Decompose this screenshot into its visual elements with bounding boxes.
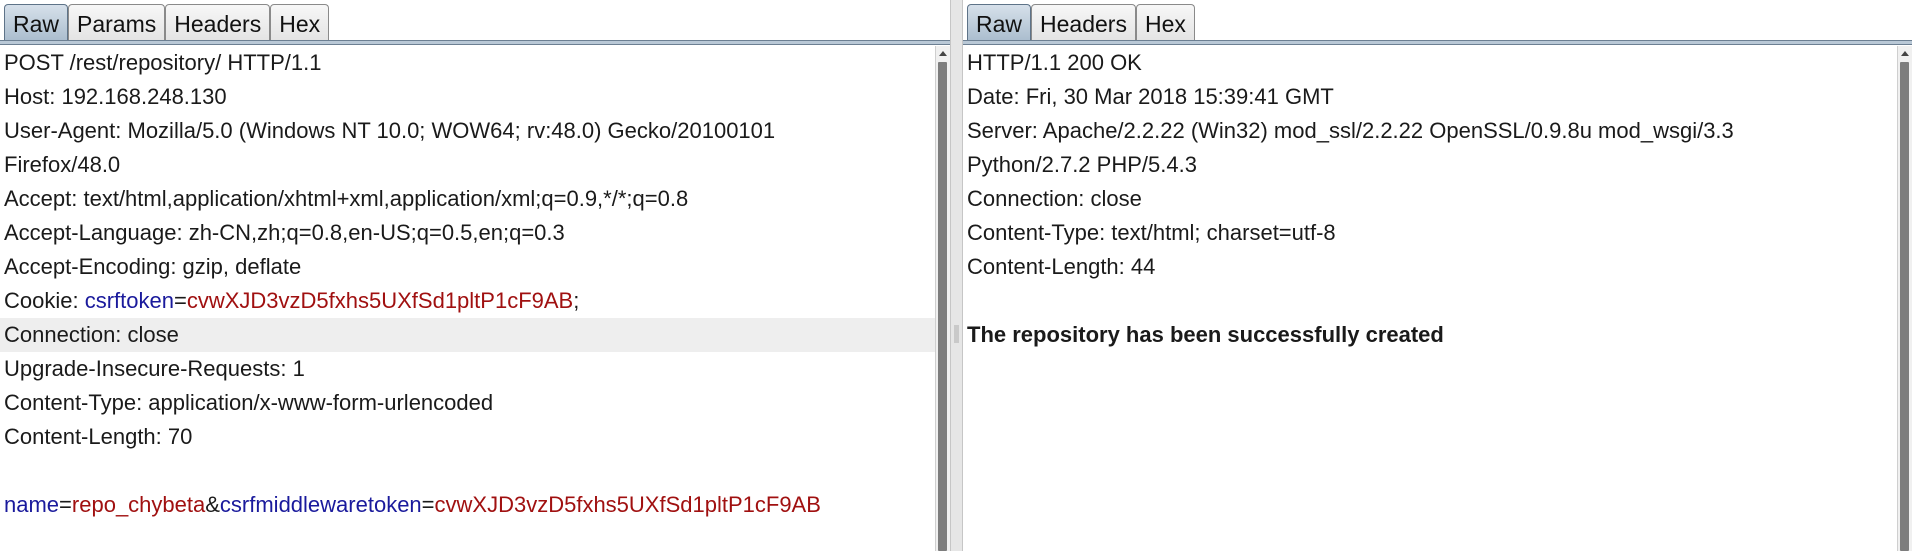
response-header-server-continued: Python/2.7.2 PHP/5.4.3 bbox=[967, 152, 1197, 177]
chevron-up-icon[interactable] bbox=[937, 48, 949, 60]
header-content-length: Content-Length: 70 bbox=[4, 424, 193, 449]
header-user-agent: User-Agent: Mozilla/5.0 (Windows NT 10.0… bbox=[4, 118, 776, 143]
request-tab-underline bbox=[0, 40, 950, 45]
body-param-token-key: csrfmiddlewaretoken bbox=[219, 492, 422, 517]
request-body: name=repo_chybeta&csrfmiddlewaretoken=cv… bbox=[0, 488, 936, 522]
response-scroll-thumb[interactable] bbox=[1900, 62, 1909, 551]
body-equals-2: = bbox=[421, 492, 435, 517]
body-ampersand: & bbox=[205, 492, 220, 517]
body-param-name-key: name bbox=[4, 492, 60, 517]
response-header-content-type: Content-Type: text/html; charset=utf-8 bbox=[967, 220, 1336, 245]
header-accept-encoding: Accept-Encoding: gzip, deflate bbox=[4, 254, 302, 279]
cookie-value: cvwXJD3vzD5fxhs5UXfSd1pltP1cF9AB bbox=[186, 288, 574, 313]
header-host: Host: 192.168.248.130 bbox=[4, 84, 227, 109]
request-tab-bar: Raw Params Headers Hex bbox=[0, 0, 950, 46]
response-header-date: Date: Fri, 30 Mar 2018 15:39:41 GMT bbox=[967, 84, 1334, 109]
request-line: POST /rest/repository/ HTTP/1.1 bbox=[4, 50, 322, 75]
request-editor[interactable]: POST /rest/repository/ HTTP/1.1 Host: 19… bbox=[0, 46, 936, 551]
response-tab-raw[interactable]: Raw bbox=[967, 4, 1032, 42]
header-user-agent-continued: Firefox/48.0 bbox=[4, 152, 121, 177]
cookie-equals: = bbox=[173, 288, 187, 313]
response-header-content-length: Content-Length: 44 bbox=[967, 254, 1156, 279]
header-content-type: Content-Type: application/x-www-form-url… bbox=[4, 390, 494, 415]
splitter-grip[interactable] bbox=[954, 325, 959, 343]
response-tab-hex[interactable]: Hex bbox=[1135, 4, 1195, 42]
cookie-semicolon: ; bbox=[573, 288, 580, 313]
cookie-label: Cookie: bbox=[4, 288, 85, 313]
response-tab-underline bbox=[963, 40, 1912, 45]
response-status-line: HTTP/1.1 200 OK bbox=[967, 50, 1142, 75]
response-vertical-scrollbar[interactable] bbox=[1897, 46, 1912, 551]
header-upgrade-insecure-requests: Upgrade-Insecure-Requests: 1 bbox=[4, 356, 305, 381]
http-message-viewer: Raw Params Headers Hex POST /rest/reposi… bbox=[0, 0, 1912, 551]
header-connection: Connection: close bbox=[0, 318, 936, 352]
pane-splitter[interactable] bbox=[950, 0, 963, 551]
response-pane: Raw Headers Hex HTTP/1.1 200 OK Date: Fr… bbox=[963, 0, 1912, 551]
request-tab-raw[interactable]: Raw bbox=[4, 4, 69, 42]
response-viewer[interactable]: HTTP/1.1 200 OK Date: Fri, 30 Mar 2018 1… bbox=[963, 46, 1898, 551]
request-scroll-thumb[interactable] bbox=[938, 62, 947, 551]
response-tab-bar: Raw Headers Hex bbox=[963, 0, 1912, 46]
request-vertical-scrollbar[interactable] bbox=[935, 46, 950, 551]
request-tab-hex[interactable]: Hex bbox=[270, 4, 330, 42]
header-cookie: Cookie: csrftoken=cvwXJD3vzD5fxhs5UXfSd1… bbox=[0, 284, 936, 318]
response-header-connection: Connection: close bbox=[967, 186, 1142, 211]
header-accept: Accept: text/html,application/xhtml+xml,… bbox=[4, 186, 689, 211]
response-header-server: Server: Apache/2.2.22 (Win32) mod_ssl/2.… bbox=[967, 118, 1734, 143]
body-equals-1: = bbox=[59, 492, 72, 517]
request-pane: Raw Params Headers Hex POST /rest/reposi… bbox=[0, 0, 950, 551]
chevron-up-icon[interactable] bbox=[1899, 48, 1911, 60]
cookie-name: csrftoken bbox=[84, 288, 174, 313]
response-blank-line bbox=[963, 284, 1898, 318]
request-tab-headers[interactable]: Headers bbox=[165, 4, 271, 42]
request-tab-params[interactable]: Params bbox=[68, 4, 166, 42]
response-body: The repository has been successfully cre… bbox=[967, 322, 1444, 347]
body-param-name-value: repo_chybeta bbox=[71, 492, 206, 517]
body-param-token-value: cvwXJD3vzD5fxhs5UXfSd1pltP1cF9AB bbox=[434, 492, 821, 517]
header-accept-language: Accept-Language: zh-CN,zh;q=0.8,en-US;q=… bbox=[4, 220, 565, 245]
response-tab-headers[interactable]: Headers bbox=[1031, 4, 1136, 42]
